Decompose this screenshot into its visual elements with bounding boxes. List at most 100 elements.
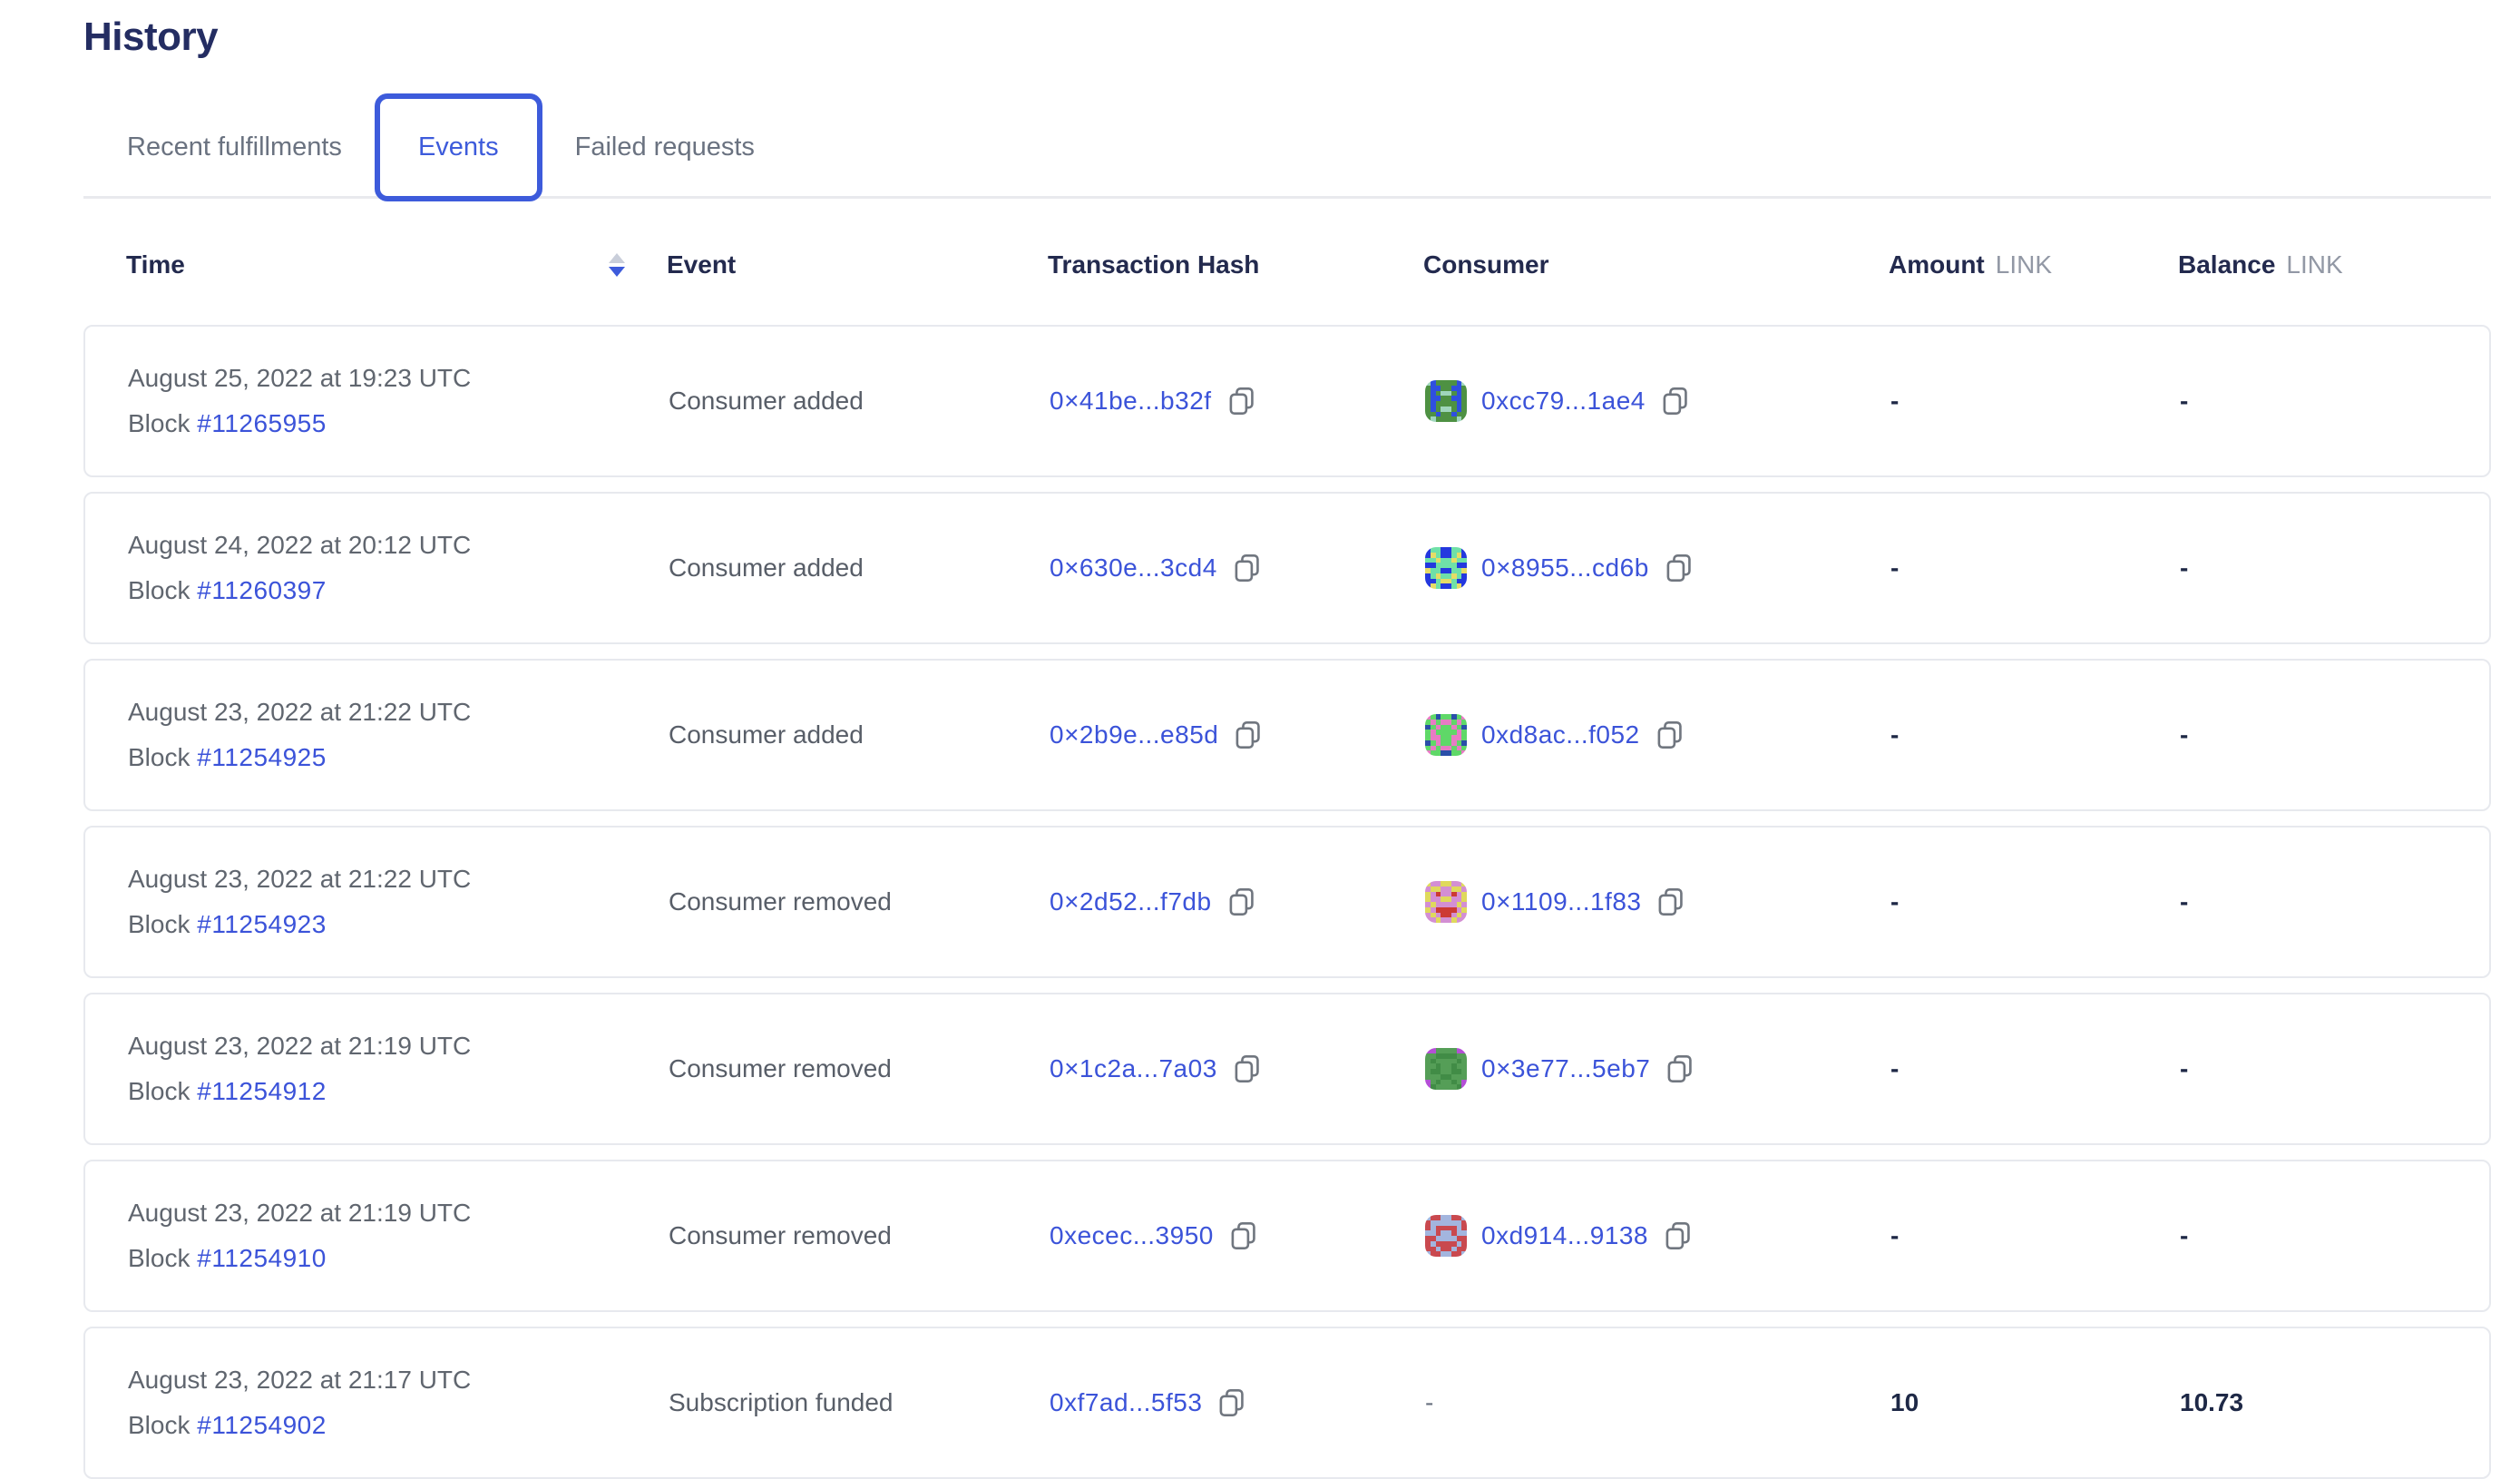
block-link[interactable]: #11254925 — [197, 743, 327, 771]
block-label: Block — [128, 743, 197, 771]
amount-value: - — [1890, 553, 2180, 583]
amount-value: 10 — [1890, 1388, 2180, 1417]
event-name: Subscription funded — [669, 1388, 1050, 1417]
amount-value: - — [1890, 387, 2180, 416]
consumer-address-link[interactable]: 0×3e77...5eb7 — [1481, 1054, 1650, 1083]
amount-value: - — [1890, 720, 2180, 749]
cell-time: August 24, 2022 at 20:12 UTC Block #11260… — [85, 523, 669, 613]
table-row: August 23, 2022 at 21:19 UTCBlock #11254… — [83, 993, 2491, 1145]
cell-consumer: - — [1425, 1388, 1890, 1417]
column-header-balance-wrap: Balance LINK — [2178, 250, 2491, 279]
block-link[interactable]: #11254923 — [197, 910, 327, 938]
copy-icon[interactable] — [1228, 1220, 1257, 1251]
balance-value: - — [2180, 1221, 2493, 1250]
event-name: Consumer added — [669, 720, 1050, 749]
consumer-address-link[interactable]: 0×8955...cd6b — [1481, 553, 1649, 583]
copy-icon[interactable] — [1226, 386, 1255, 416]
transaction-hash-link[interactable]: 0×630e...3cd4 — [1050, 553, 1217, 583]
copy-icon[interactable] — [1663, 1220, 1692, 1251]
block-label: Block — [128, 1077, 197, 1105]
copy-icon[interactable] — [1232, 553, 1261, 583]
consumer-identicon — [1425, 380, 1467, 422]
cell-transaction-hash: 0xecec...3950 — [1050, 1220, 1425, 1251]
copy-icon[interactable] — [1656, 886, 1685, 917]
event-timestamp: August 23, 2022 at 21:22 UTC — [128, 857, 669, 902]
cell-time: August 23, 2022 at 21:19 UTCBlock #11254… — [85, 1190, 669, 1281]
tab-recent-fulfillments[interactable]: Recent fulfillments — [127, 132, 342, 162]
table-row: August 24, 2022 at 20:12 UTC Block #11260… — [83, 492, 2491, 644]
consumer-address-link[interactable]: 0xd8ac...f052 — [1481, 720, 1640, 749]
column-header-amount[interactable]: Amount — [1889, 250, 1985, 279]
block-link[interactable]: #11254902 — [197, 1411, 327, 1439]
column-header-time-wrap: Time — [83, 250, 667, 279]
transaction-hash-link[interactable]: 0xecec...3950 — [1050, 1221, 1214, 1250]
event-timestamp: August 23, 2022 at 21:19 UTC — [128, 1024, 669, 1069]
event-timestamp: August 25, 2022 at 19:23 UTC — [128, 356, 669, 401]
tab-failed-requests[interactable]: Failed requests — [575, 132, 755, 162]
copy-icon[interactable] — [1232, 1053, 1261, 1084]
transaction-hash-link[interactable]: 0xf7ad...5f53 — [1050, 1388, 1202, 1417]
consumer-empty-dash: - — [1425, 1388, 1433, 1417]
block-label: Block — [128, 576, 197, 604]
event-timestamp: August 23, 2022 at 21:17 UTC — [128, 1357, 669, 1403]
table-row: August 25, 2022 at 19:23 UTC Block #11265… — [83, 325, 2491, 477]
column-header-event[interactable]: Event — [667, 250, 1048, 279]
event-timestamp: August 24, 2022 at 20:12 UTC — [128, 523, 669, 568]
cell-consumer: 0×1109...1f83 — [1425, 881, 1890, 923]
cell-consumer: 0×3e77...5eb7 — [1425, 1048, 1890, 1090]
table-row: August 23, 2022 at 21:17 UTCBlock #11254… — [83, 1327, 2491, 1479]
column-header-amount-wrap: AmountLINK — [1889, 250, 2178, 279]
transaction-hash-link[interactable]: 0×2b9e...e85d — [1050, 720, 1218, 749]
transaction-hash-link[interactable]: 0×2d52...f7db — [1050, 887, 1212, 916]
consumer-identicon — [1425, 1215, 1467, 1257]
block-link[interactable]: #11265955 — [197, 409, 327, 437]
consumer-address-link[interactable]: 0×1109...1f83 — [1481, 887, 1641, 916]
block-line: Block #11254910 — [128, 1236, 669, 1281]
block-link[interactable]: #11260397 — [197, 576, 327, 604]
cell-time: August 25, 2022 at 19:23 UTC Block #11265… — [85, 356, 669, 446]
copy-icon[interactable] — [1660, 386, 1689, 416]
column-header-transaction-hash[interactable]: Transaction Hash — [1048, 250, 1423, 279]
copy-icon[interactable] — [1233, 720, 1262, 750]
table-row: August 23, 2022 at 21:22 UTCBlock #11254… — [83, 826, 2491, 978]
column-header-balance[interactable]: Balance — [2178, 250, 2275, 279]
block-link[interactable]: #11254912 — [197, 1077, 327, 1105]
cell-transaction-hash: 0×2b9e...e85d — [1050, 720, 1425, 750]
block-label: Block — [128, 409, 197, 437]
cell-transaction-hash: 0×2d52...f7db — [1050, 886, 1425, 917]
block-line: Block #11254923 — [128, 902, 669, 947]
sort-down-triangle-icon — [609, 267, 625, 277]
event-timestamp: August 23, 2022 at 21:22 UTC — [128, 690, 669, 735]
transaction-hash-link[interactable]: 0×41be...b32f — [1050, 387, 1212, 416]
transaction-hash-link[interactable]: 0×1c2a...7a03 — [1050, 1054, 1217, 1083]
table-row: August 23, 2022 at 21:19 UTCBlock #11254… — [83, 1160, 2491, 1312]
amount-value: - — [1890, 1221, 2180, 1250]
history-page: History Recent fulfillments Events Faile… — [0, 0, 2520, 1479]
column-header-time[interactable]: Time — [126, 250, 185, 279]
cell-transaction-hash: 0×41be...b32f — [1050, 386, 1425, 416]
sort-descending-icon[interactable] — [609, 253, 625, 277]
event-timestamp: August 23, 2022 at 21:19 UTC — [128, 1190, 669, 1236]
block-label: Block — [128, 1411, 197, 1439]
column-header-consumer[interactable]: Consumer — [1423, 250, 1889, 279]
event-name: Consumer removed — [669, 1221, 1050, 1250]
tab-events[interactable]: Events — [375, 93, 542, 201]
cell-consumer: 0xd8ac...f052 — [1425, 714, 1890, 756]
balance-unit-label: LINK — [2286, 250, 2342, 279]
cell-consumer: 0×8955...cd6b — [1425, 547, 1890, 589]
copy-icon[interactable] — [1655, 720, 1684, 750]
copy-icon[interactable] — [1664, 553, 1693, 583]
page-title: History — [83, 15, 2520, 60]
copy-icon[interactable] — [1226, 886, 1255, 917]
block-link[interactable]: #11254910 — [197, 1244, 327, 1272]
balance-value: - — [2180, 887, 2493, 916]
copy-icon[interactable] — [1216, 1387, 1245, 1418]
table-header: Time Event Transaction Hash Consumer Amo… — [83, 205, 2491, 325]
consumer-identicon — [1425, 547, 1467, 589]
block-line: Block #11254912 — [128, 1069, 669, 1114]
consumer-address-link[interactable]: 0xcc79...1ae4 — [1481, 387, 1646, 416]
block-line: Block #11254902 — [128, 1403, 669, 1448]
cell-transaction-hash: 0xf7ad...5f53 — [1050, 1387, 1425, 1418]
consumer-address-link[interactable]: 0xd914...9138 — [1481, 1221, 1648, 1250]
copy-icon[interactable] — [1665, 1053, 1694, 1084]
